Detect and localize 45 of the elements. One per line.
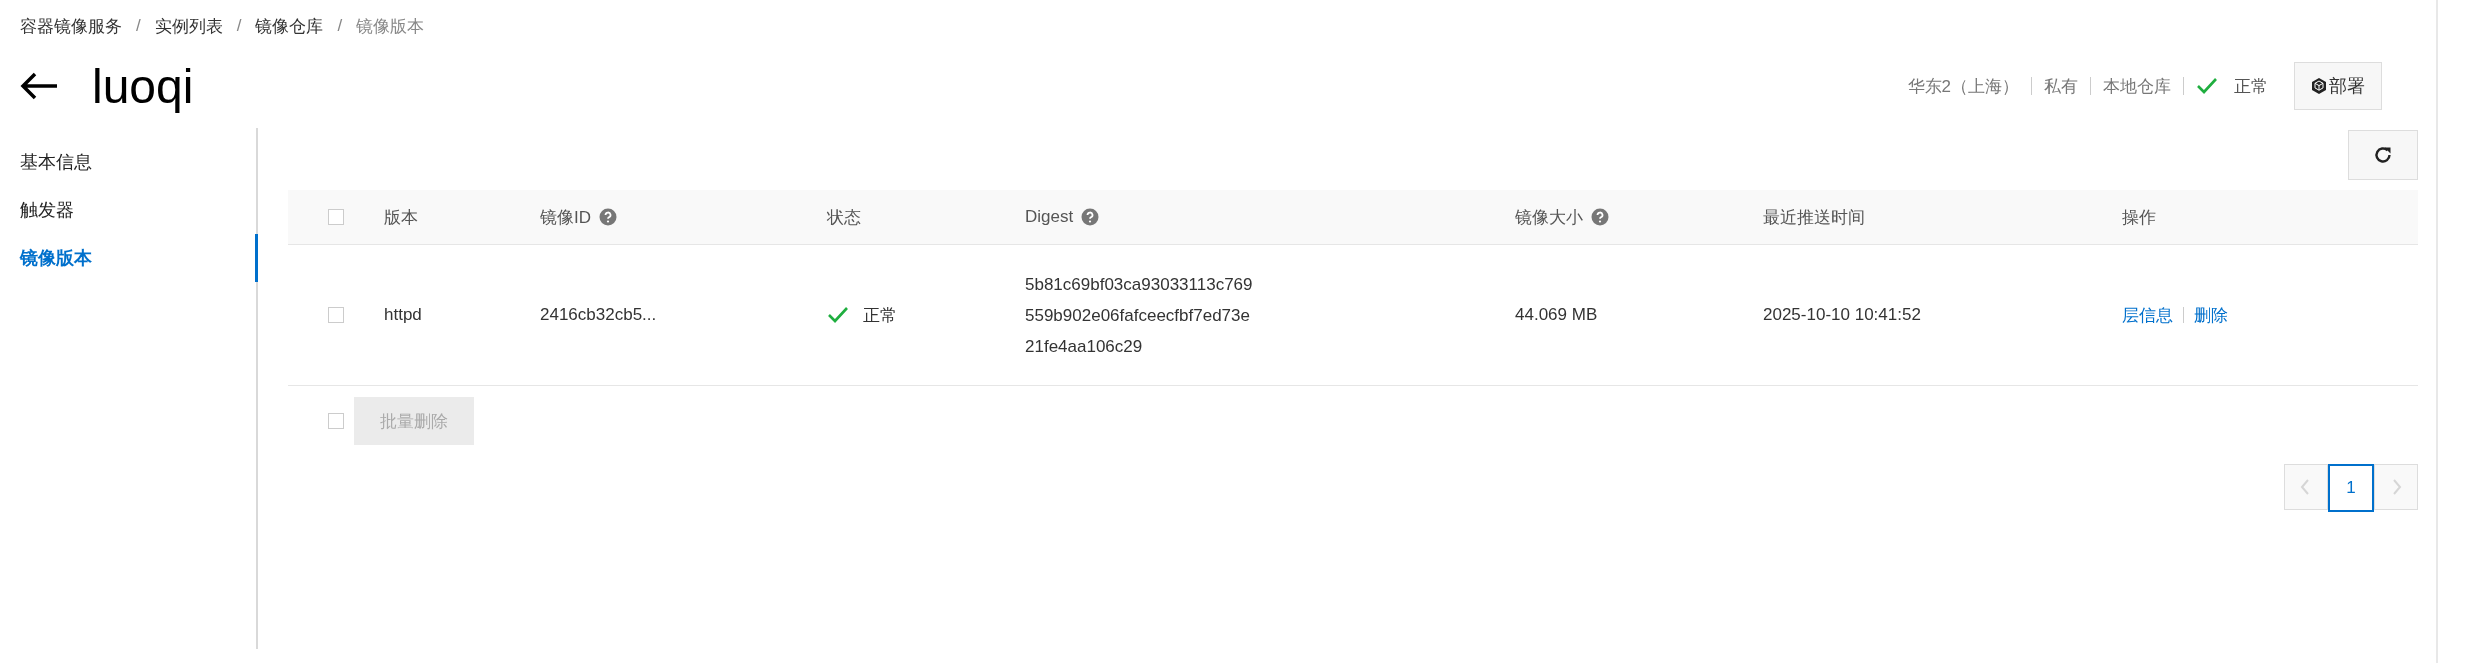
sidebar-item[interactable]: 触发器 <box>0 186 258 234</box>
back-arrow-icon[interactable] <box>20 72 58 100</box>
digest-line: 5b81c69bf03ca93033113c769 <box>1025 274 1253 294</box>
column-header: 状态 <box>827 206 861 229</box>
breadcrumb-separator: / <box>136 16 141 36</box>
breadcrumb-separator: / <box>236 16 242 36</box>
action-link[interactable]: 层信息 <box>2122 303 2173 327</box>
cube-icon <box>2311 77 2327 95</box>
digest-line: 21fe4aa106c29 <box>1025 336 1143 356</box>
info-label: 华东2（上海） <box>1907 75 2019 98</box>
table-cell-text: 2416cb32cb5... <box>540 305 658 325</box>
column-header: 操作 <box>2122 206 2156 229</box>
breadcrumb-link[interactable]: 镜像仓库 <box>255 14 324 38</box>
breadcrumb-link[interactable]: 容器镜像服务 <box>20 14 122 38</box>
table-cell-text: 44.069 MB <box>1515 305 1599 325</box>
checkbox[interactable] <box>328 209 344 225</box>
refresh-button[interactable] <box>2348 130 2418 180</box>
action-link[interactable]: 删除 <box>2194 303 2228 327</box>
column-header: Digest <box>1025 207 1074 227</box>
breadcrumb-current: 镜像版本 <box>356 15 425 38</box>
info-label: 私有 <box>2044 75 2078 98</box>
sidebar-item[interactable]: 基本信息 <box>0 138 258 186</box>
deploy-button[interactable]: 部署 <box>2294 62 2382 110</box>
column-header: 镜像大小 <box>1515 206 1583 229</box>
help-icon <box>1591 208 1609 226</box>
check-icon <box>827 306 849 324</box>
column-header: 最近推送时间 <box>1763 206 1865 229</box>
help-icon <box>599 208 617 226</box>
digest-line: 559b902e06fafceecfbf7ed73e <box>1025 305 1250 325</box>
column-header: 镜像ID <box>540 206 591 229</box>
page-title: luoqi <box>92 58 194 114</box>
help-icon <box>1081 208 1100 226</box>
table-cell-text: httpd <box>384 305 423 325</box>
sidebar-item[interactable]: 镜像版本 <box>0 234 258 282</box>
checkbox[interactable] <box>328 307 344 323</box>
info-label: 本地仓库 <box>2103 75 2171 98</box>
breadcrumb-separator: / <box>337 16 343 36</box>
refresh-icon <box>2373 145 2393 165</box>
status-label: 正常 <box>863 304 897 327</box>
table-cell-text: 2025-10-10 10:41:52 <box>1763 305 1922 325</box>
check-icon <box>2196 77 2218 95</box>
page-number[interactable]: 1 <box>2328 464 2374 512</box>
column-header: 版本 <box>384 206 418 229</box>
status-label: 正常 <box>2234 75 2268 98</box>
breadcrumb-link[interactable]: 实例列表 <box>154 14 223 38</box>
